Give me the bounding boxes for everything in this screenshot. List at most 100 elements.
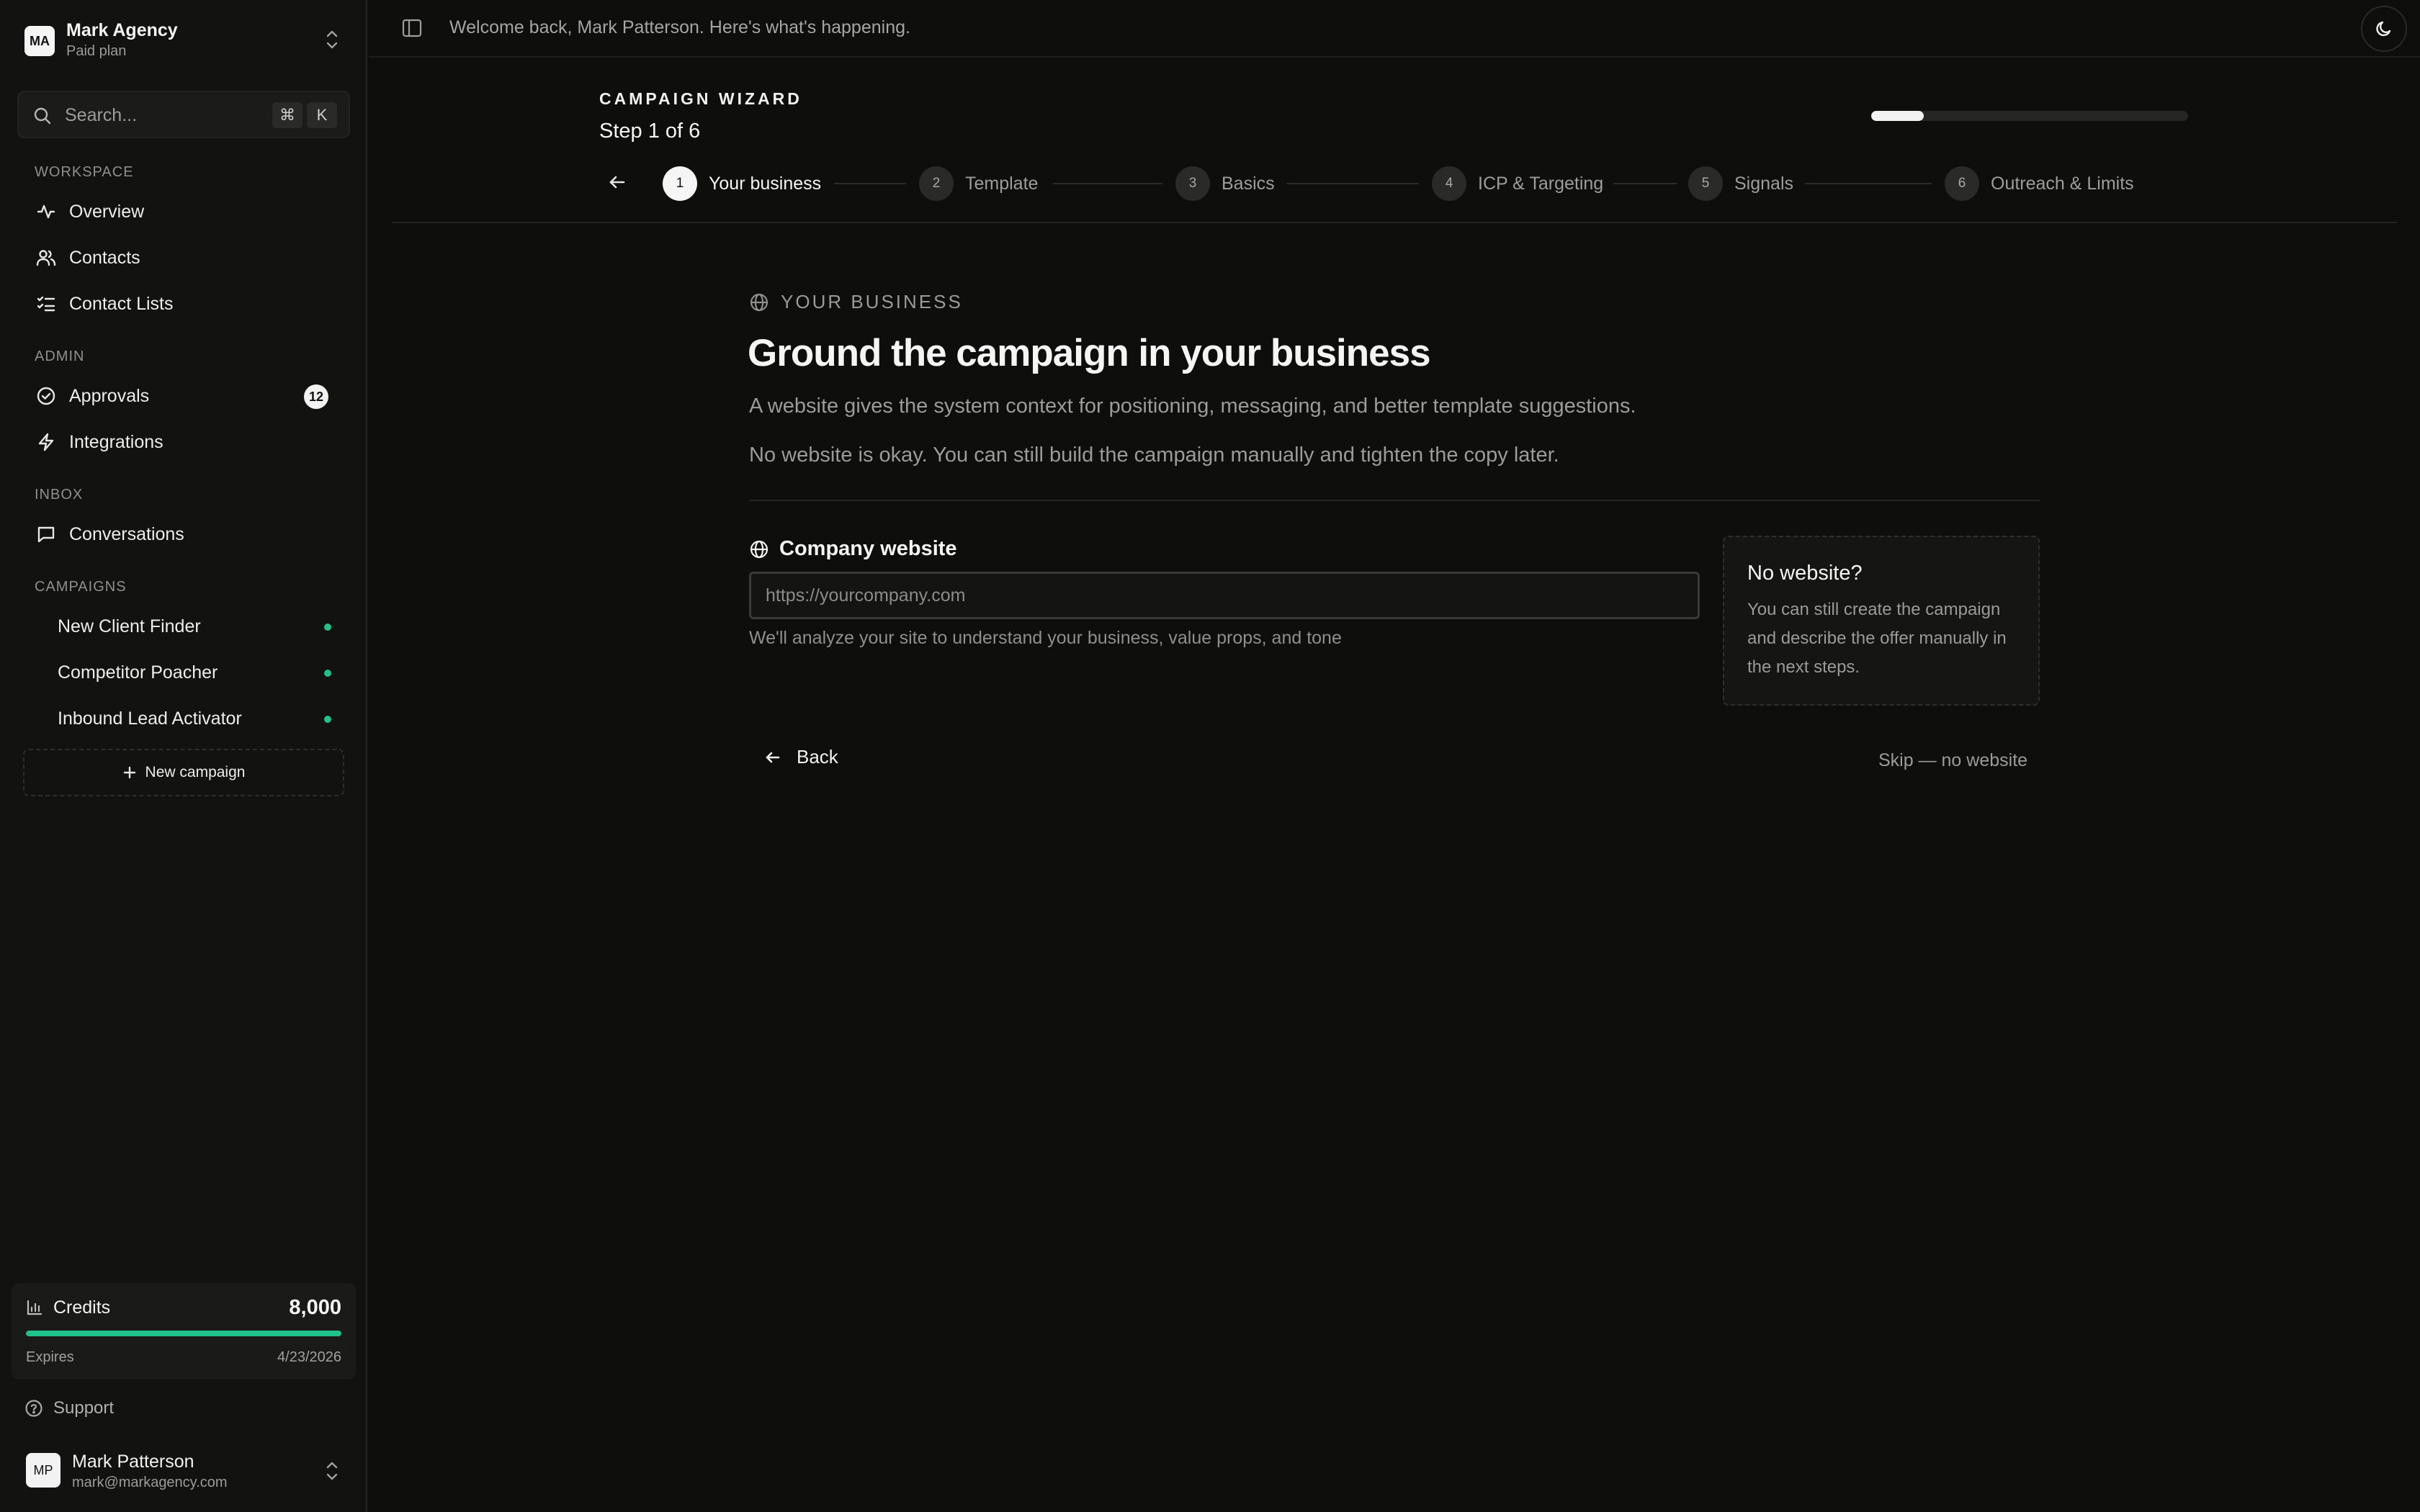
field-label-text: Company website <box>779 537 957 560</box>
chevrons-up-down-icon <box>324 1460 340 1482</box>
back-button[interactable]: Back <box>763 746 838 768</box>
arrow-left-icon <box>763 748 782 767</box>
no-website-card: No website? You can still create the cam… <box>1723 536 2040 706</box>
eyebrow-label: YOUR BUSINESS <box>781 291 963 312</box>
step-label: ICP & Targeting <box>1478 173 1604 194</box>
step-number: 2 <box>919 166 954 201</box>
skip-no-website-button[interactable]: Skip — no website <box>1878 750 2027 771</box>
moon-icon <box>2374 19 2394 39</box>
topbar: Welcome back, Mark Patterson. Here's wha… <box>369 0 2420 58</box>
wizard-progress-bar <box>1871 111 2188 121</box>
step-connector <box>1805 183 1932 184</box>
company-website-label: Company website <box>749 537 957 561</box>
wizard-step-outreach-limits[interactable]: 6 Outreach & Limits <box>1945 166 2134 202</box>
section-label-campaigns: CAMPAIGNS <box>35 579 127 595</box>
nav-label: Overview <box>69 201 145 222</box>
credits-title: Credits <box>53 1297 111 1318</box>
content-divider <box>749 500 2040 501</box>
shortcut-key-cmd: ⌘ <box>272 102 302 128</box>
bar-chart-icon <box>26 1299 43 1316</box>
avatar: MP <box>26 1453 60 1488</box>
activity-icon <box>36 202 56 222</box>
org-logo: MA <box>24 26 55 56</box>
sidebar: MA Mark Agency Paid plan Search... ⌘ K W… <box>0 0 367 1512</box>
input-helper-text: We'll analyze your site to understand yo… <box>749 628 1342 648</box>
campaign-item[interactable]: New Client Finder <box>43 606 346 647</box>
support-link[interactable]: Support <box>24 1398 114 1418</box>
credits-bar <box>26 1331 341 1336</box>
welcome-message: Welcome back, Mark Patterson. Here's wha… <box>449 17 910 37</box>
page-title: Ground the campaign in your business <box>748 332 1431 374</box>
support-label: Support <box>53 1398 115 1418</box>
wizard-progress-fill <box>1871 111 1924 121</box>
step-number: 6 <box>1945 166 1979 201</box>
nav-item-contacts[interactable]: Contacts <box>22 238 346 278</box>
wizard-step-basics[interactable]: 3 Basics <box>1175 166 1275 202</box>
sidebar-toggle-icon[interactable] <box>402 19 422 37</box>
globe-icon <box>749 292 769 312</box>
wizard-step-your-business[interactable]: 1 Your business <box>663 166 821 202</box>
campaign-status-dot <box>324 624 331 631</box>
wizard-step-signals[interactable]: 5 Signals <box>1688 166 1793 202</box>
plus-icon <box>122 765 137 780</box>
credits-expires-label: Expires <box>26 1349 74 1365</box>
wizard-step-template[interactable]: 2 Template <box>919 166 1038 202</box>
section-label-inbox: INBOX <box>35 487 84 503</box>
nav-item-conversations[interactable]: Conversations <box>22 514 346 554</box>
nav-item-approvals[interactable]: Approvals 12 <box>22 376 346 416</box>
step-connector <box>1053 183 1162 184</box>
wizard-back-arrow-icon[interactable] <box>606 171 628 193</box>
step-label: Outreach & Limits <box>1991 173 2134 194</box>
search-icon <box>33 107 52 125</box>
company-website-input[interactable] <box>749 572 1700 619</box>
campaign-item[interactable]: Competitor Poacher <box>43 652 346 693</box>
list-checks-icon <box>36 294 56 314</box>
step-label: Signals <box>1734 173 1793 194</box>
nav-item-integrations[interactable]: Integrations <box>22 422 346 462</box>
user-name: Mark Patterson <box>72 1452 194 1472</box>
org-name: Mark Agency <box>66 20 178 40</box>
step-label: Template <box>965 173 1039 194</box>
section-eyebrow: YOUR BUSINESS <box>749 291 963 313</box>
bolt-icon <box>36 432 56 452</box>
section-label-workspace: WORKSPACE <box>35 164 134 180</box>
campaign-label: Competitor Poacher <box>58 662 218 683</box>
user-menu[interactable]: MP Mark Patterson mark@markagency.com <box>24 1450 350 1495</box>
nav-item-overview[interactable]: Overview <box>22 192 346 232</box>
org-switcher[interactable]: MA Mark Agency Paid plan <box>24 20 350 60</box>
step-connector <box>1613 183 1677 184</box>
org-plan: Paid plan <box>66 43 127 59</box>
nav-label: Approvals <box>69 385 150 406</box>
nav-item-contact-lists[interactable]: Contact Lists <box>22 284 346 324</box>
page-description-secondary: No website is okay. You can still build … <box>749 444 1559 467</box>
user-email: mark@markagency.com <box>72 1475 228 1490</box>
step-number: 5 <box>1688 166 1723 201</box>
message-square-icon <box>36 524 56 544</box>
new-campaign-label: New campaign <box>145 764 246 780</box>
nav-label: Integrations <box>69 431 163 452</box>
new-campaign-button[interactable]: New campaign <box>23 749 344 796</box>
campaign-status-dot <box>324 716 331 723</box>
wizard-step-icp-targeting[interactable]: 4 ICP & Targeting <box>1432 166 1603 202</box>
campaign-item[interactable]: Inbound Lead Activator <box>43 698 346 739</box>
credits-value: 8,000 <box>289 1296 341 1319</box>
globe-icon <box>749 539 769 559</box>
nav-label: Contact Lists <box>69 293 174 314</box>
header-divider <box>392 222 2397 223</box>
no-website-body: You can still create the campaign and de… <box>1747 600 2007 677</box>
campaign-label: Inbound Lead Activator <box>58 708 242 729</box>
search-placeholder: Search... <box>65 105 138 125</box>
wizard-step-indicator: Step 1 of 6 <box>599 120 701 143</box>
nav-label: Contacts <box>69 247 140 268</box>
section-label-admin: ADMIN <box>35 348 85 364</box>
back-label: Back <box>797 746 838 768</box>
theme-toggle-button[interactable] <box>2361 6 2407 52</box>
approvals-count-badge: 12 <box>304 384 328 409</box>
nav-label: Conversations <box>69 523 184 544</box>
campaign-status-dot <box>324 670 331 677</box>
credits-expires-date: 4/23/2026 <box>277 1349 341 1365</box>
step-connector <box>834 183 906 184</box>
step-connector <box>1286 183 1419 184</box>
credits-card: Credits 8,000 Expires 4/23/2026 <box>12 1283 356 1380</box>
search-box[interactable]: Search... ⌘ K <box>17 91 350 138</box>
